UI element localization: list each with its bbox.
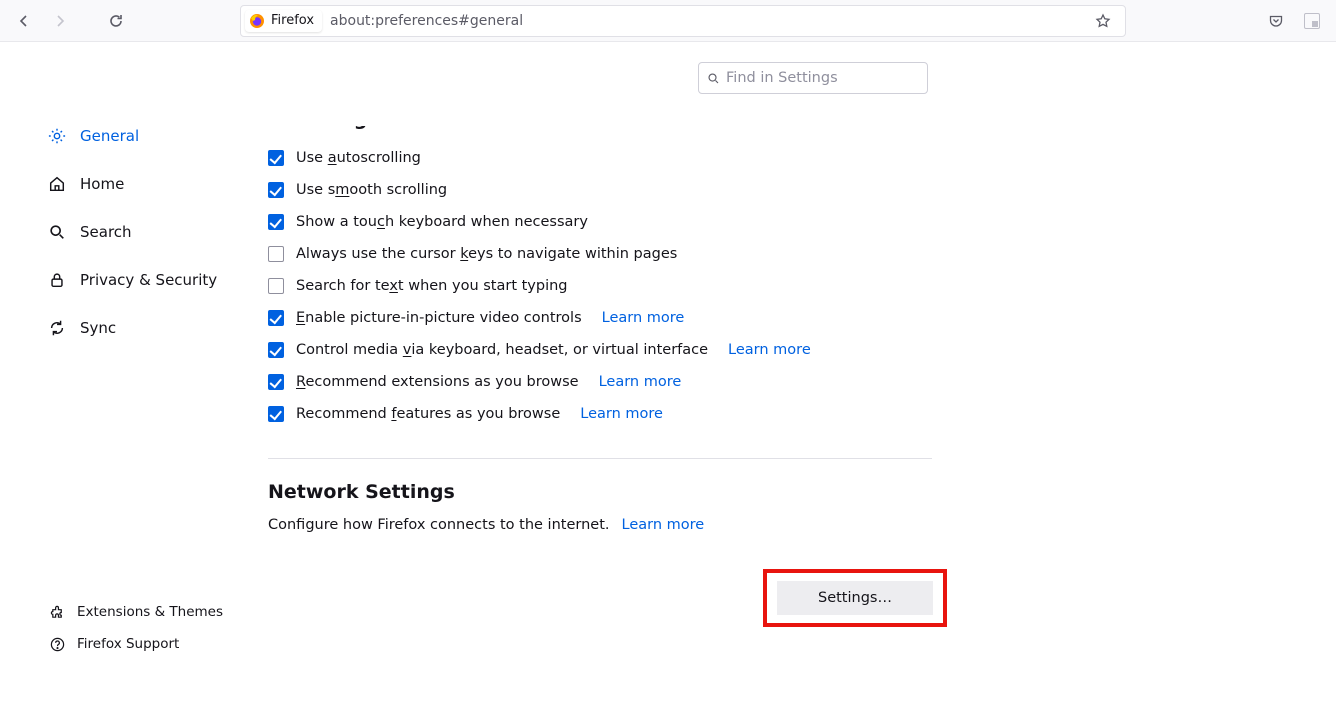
learn-more-link[interactable]: Learn more: [728, 342, 811, 358]
checkbox[interactable]: [268, 182, 284, 198]
url-text: about:preferences#general: [330, 13, 523, 29]
forward-button[interactable]: [44, 5, 76, 37]
puzzle-icon: [50, 605, 65, 620]
sidebar-label: Sync: [80, 319, 116, 337]
sidebar-label: Search: [80, 223, 132, 241]
search-icon: [707, 72, 720, 85]
checkbox-label[interactable]: Show a touch keyboard when necessary: [296, 214, 588, 230]
checkbox[interactable]: [268, 374, 284, 390]
help-icon: [50, 637, 65, 652]
network-description: Configure how Firefox connects to the in…: [268, 517, 610, 533]
bookmark-star-button[interactable]: [1089, 7, 1117, 35]
sidebar-small-label: Extensions & Themes: [77, 604, 223, 620]
lock-icon: [48, 271, 66, 289]
checkbox[interactable]: [268, 278, 284, 294]
sidebar-label: Home: [80, 175, 124, 193]
sidebar-item-home[interactable]: Home: [0, 164, 232, 204]
sidebar-label: General: [80, 127, 139, 145]
sidebar-small-label: Firefox Support: [77, 636, 179, 652]
checkbox[interactable]: [268, 246, 284, 262]
browsing-option-row: Recommend features as you browse Learn mo…: [268, 398, 932, 430]
firefox-icon: [249, 13, 265, 29]
checkbox-label[interactable]: Enable picture-in-picture video controls: [296, 310, 582, 326]
network-heading: Network Settings: [268, 481, 932, 503]
browsing-option-row: Use autoscrolling: [268, 142, 932, 174]
checkbox-label[interactable]: Use autoscrolling: [296, 150, 421, 166]
checkbox-label[interactable]: Search for text when you start typing: [296, 278, 568, 294]
url-bar[interactable]: Firefox about:preferences#general: [240, 5, 1126, 37]
reload-button[interactable]: [100, 5, 132, 37]
site-identity[interactable]: Firefox: [245, 10, 322, 32]
preferences-content: Browsing Use autoscrolling Use smooth scr…: [232, 42, 1336, 720]
checkbox-label[interactable]: Use smooth scrolling: [296, 182, 447, 198]
learn-more-link[interactable]: Learn more: [602, 310, 685, 326]
sync-icon: [48, 319, 66, 337]
checkbox-label[interactable]: Recommend features as you browse: [296, 406, 560, 422]
learn-more-link[interactable]: Learn more: [599, 374, 682, 390]
browsing-option-row: Control media via keyboard, headset, or …: [268, 334, 932, 366]
network-learn-more-link[interactable]: Learn more: [622, 517, 705, 533]
sidebar-extensions-themes[interactable]: Extensions & Themes: [0, 596, 232, 628]
browsing-option-row: Show a touch keyboard when necessary: [268, 206, 932, 238]
sidebar-item-privacy[interactable]: Privacy & Security: [0, 260, 232, 300]
sidebar-item-general[interactable]: General: [0, 116, 232, 156]
gear-icon: [48, 127, 66, 145]
sidebar-item-sync[interactable]: Sync: [0, 308, 232, 348]
checkbox[interactable]: [268, 310, 284, 326]
checkbox-label[interactable]: Control media via keyboard, headset, or …: [296, 342, 708, 358]
identity-label: Firefox: [271, 13, 314, 28]
browsing-option-row: Always use the cursor keys to navigate w…: [268, 238, 932, 270]
browsing-option-row: Use smooth scrolling: [268, 174, 932, 206]
section-divider: [268, 458, 932, 459]
pocket-button[interactable]: [1260, 5, 1292, 37]
browsing-heading: Browsing: [268, 108, 932, 130]
preferences-sidebar: General Home Search Privacy & Security S…: [0, 42, 232, 720]
sidebar-label: Privacy & Security: [80, 271, 217, 289]
site-info-button[interactable]: [1296, 5, 1328, 37]
home-icon: [48, 175, 66, 193]
browsing-option-row: Search for text when you start typing: [268, 270, 932, 302]
browsing-option-row: Recommend extensions as you browse Learn …: [268, 366, 932, 398]
settings-button-highlight: Settings…: [763, 569, 947, 627]
checkbox[interactable]: [268, 342, 284, 358]
checkbox-label[interactable]: Recommend extensions as you browse: [296, 374, 579, 390]
checkbox-label[interactable]: Always use the cursor keys to navigate w…: [296, 246, 677, 262]
browsing-option-row: Enable picture-in-picture video controls…: [268, 302, 932, 334]
back-button[interactable]: [8, 5, 40, 37]
learn-more-link[interactable]: Learn more: [580, 406, 663, 422]
search-input[interactable]: [726, 70, 919, 86]
find-in-settings[interactable]: [698, 62, 928, 94]
checkbox[interactable]: [268, 406, 284, 422]
sidebar-firefox-support[interactable]: Firefox Support: [0, 628, 232, 660]
sidebar-item-search[interactable]: Search: [0, 212, 232, 252]
search-icon: [48, 223, 66, 241]
network-settings-button[interactable]: Settings…: [777, 581, 933, 615]
browser-toolbar: Firefox about:preferences#general: [0, 0, 1336, 42]
checkbox[interactable]: [268, 150, 284, 166]
checkbox[interactable]: [268, 214, 284, 230]
